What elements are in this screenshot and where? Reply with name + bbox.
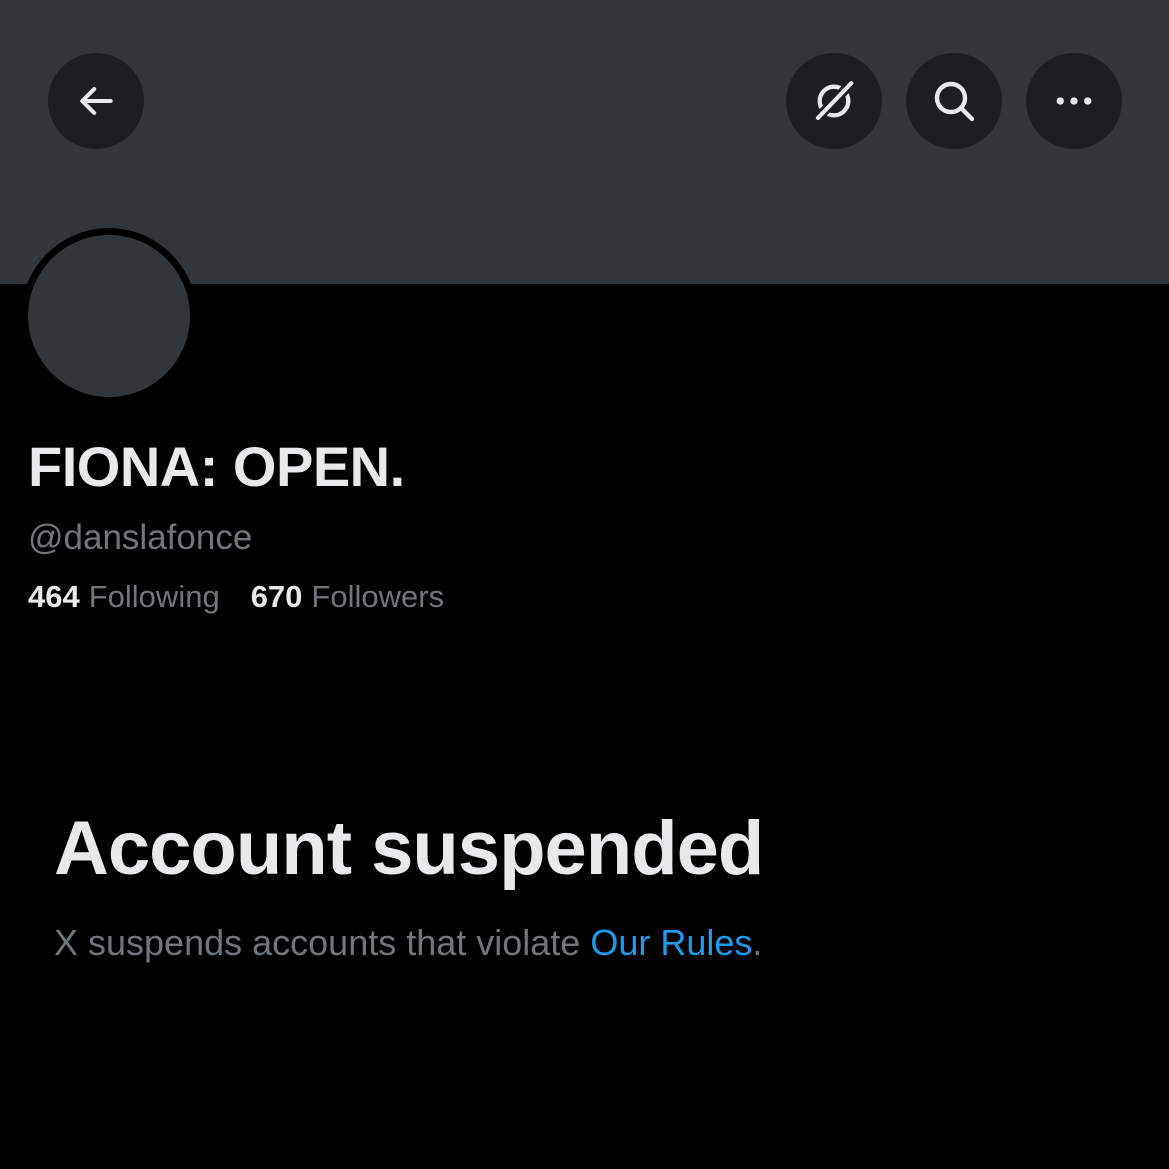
avatar[interactable]: [21, 228, 197, 404]
search-button[interactable]: [906, 53, 1002, 149]
following-label: Following: [88, 579, 220, 614]
our-rules-link[interactable]: Our Rules: [590, 922, 752, 963]
display-name: FIONA: OPEN.: [28, 435, 405, 498]
avatar-placeholder: [28, 235, 190, 397]
suspended-message: X suspends accounts that violate Our Rul…: [54, 920, 762, 966]
following-count: 464: [28, 579, 80, 614]
grok-icon: [812, 77, 858, 124]
grok-button[interactable]: [786, 53, 882, 149]
follow-stats: 464 Following 670 Followers: [28, 577, 444, 617]
arrow-left-icon: [80, 87, 113, 115]
profile-banner: [0, 0, 1169, 284]
suspended-message-end: .: [752, 922, 763, 963]
more-horizontal-icon: [1056, 97, 1092, 105]
followers-count: 670: [250, 579, 303, 614]
followers-label: Followers: [311, 579, 445, 614]
user-handle: @danslafonce: [28, 518, 253, 557]
more-button[interactable]: [1026, 53, 1122, 149]
back-button[interactable]: [48, 53, 144, 149]
search-icon: [934, 81, 975, 122]
suspended-message-text: X suspends accounts that violate: [54, 922, 591, 963]
followers-stat[interactable]: 670 Followers: [251, 577, 444, 617]
suspended-title: Account suspended: [54, 806, 764, 891]
following-stat[interactable]: 464 Following: [28, 577, 220, 617]
